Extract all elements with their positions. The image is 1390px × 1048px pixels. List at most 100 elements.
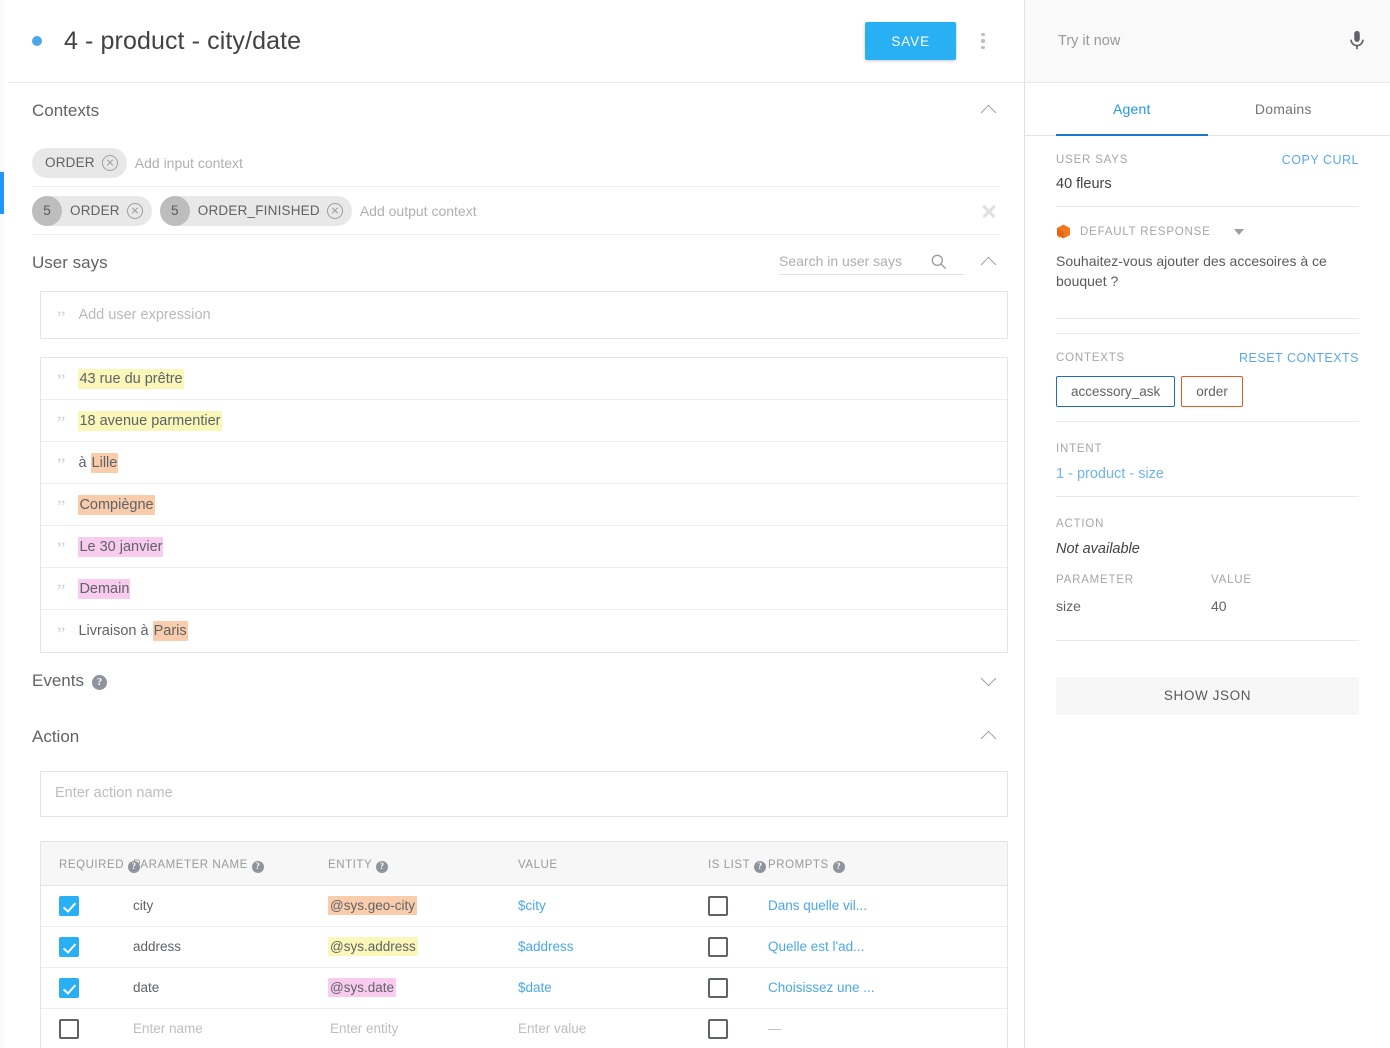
user-says-row[interactable]: ” Demain — [41, 568, 1007, 610]
entity-cell[interactable]: @sys.geo-city — [328, 896, 417, 915]
parameter-row[interactable]: address @sys.address $address Quelle est l'… — [41, 927, 1007, 968]
user-says-search[interactable] — [779, 251, 964, 275]
parameter-row[interactable]: date @sys.date $date Choisissez une ... — [41, 968, 1007, 1009]
status-dot-icon — [32, 36, 42, 46]
user-says-row[interactable]: ” 43 rue du prêtre — [41, 358, 1007, 400]
context-lifespan-count: 5 — [159, 195, 190, 226]
more-vert-icon[interactable] — [966, 20, 1000, 62]
contexts-title: Contexts — [32, 101, 100, 120]
user-says-result-header: USER SAYS COPY CURL — [1056, 153, 1359, 167]
right-panel-body: USER SAYS COPY CURL 40 fleurs DEFAULT RE… — [1025, 136, 1390, 655]
prompts-cell[interactable]: Choisissez une ... — [768, 980, 875, 995]
search-icon[interactable] — [929, 252, 948, 271]
required-checkbox[interactable] — [59, 896, 79, 916]
remove-context-icon[interactable] — [126, 202, 143, 219]
add-output-context-input[interactable] — [359, 198, 978, 223]
action-name-input[interactable] — [40, 771, 1008, 817]
app-root: 4 - product - city/date SAVE Contexts OR… — [0, 0, 1390, 1048]
is-list-help-icon[interactable]: ? — [754, 860, 767, 873]
parameter-name-cell[interactable]: Enter name — [133, 1021, 203, 1036]
input-contexts-row[interactable]: ORDER — [32, 139, 1000, 187]
reset-contexts-button[interactable]: RESET CONTEXTS — [1239, 351, 1359, 365]
parameter-name-help-icon[interactable]: ? — [251, 860, 264, 873]
page-scrollbar-track[interactable] — [0, 0, 4, 1048]
remove-context-icon[interactable] — [101, 154, 118, 171]
required-checkbox[interactable] — [59, 978, 79, 998]
value-cell[interactable]: $date — [518, 980, 552, 995]
value-cell[interactable]: $address — [518, 939, 574, 954]
parameter-row[interactable]: Enter name Enter entity Enter value — — [41, 1009, 1007, 1048]
prompts-cell[interactable]: Dans quelle vil... — [768, 898, 867, 913]
entity-cell[interactable]: @sys.date — [328, 978, 396, 997]
add-input-context-input[interactable] — [134, 150, 1000, 175]
is-list-checkbox[interactable] — [708, 1019, 728, 1039]
context-chip-order[interactable]: order — [1181, 375, 1243, 407]
entity-cell[interactable]: Enter entity — [328, 1019, 400, 1038]
save-button[interactable]: SAVE — [865, 22, 956, 60]
parameters-table-header: REQUIRED? PARAMETER NAME? ENTITY? VALUE … — [41, 842, 1007, 886]
contexts-collapse-chevron-icon[interactable] — [978, 100, 1000, 122]
quote-icon: ” — [57, 581, 66, 602]
tab-agent[interactable]: Agent — [1056, 83, 1208, 136]
user-says-row[interactable]: ” Compiègne — [41, 484, 1007, 526]
context-chip-accessory-ask[interactable]: accessory_ask — [1056, 375, 1176, 407]
entity-highlight: 43 rue du prêtre — [78, 368, 184, 389]
output-contexts-row[interactable]: 5 ORDER 5 ORDER_FINISHED — [32, 187, 1000, 235]
quote-icon: ” — [57, 307, 66, 329]
required-help-icon[interactable]: ? — [128, 860, 141, 873]
value-cell[interactable]: Enter value — [518, 1021, 586, 1036]
output-context-chip[interactable]: 5 ORDER_FINISHED — [159, 195, 352, 226]
parameter-name-cell[interactable]: date — [133, 980, 159, 995]
required-checkbox[interactable] — [59, 937, 79, 957]
page-scrollbar-thumb[interactable] — [0, 172, 4, 214]
user-says-row[interactable]: ” 18 avenue parmentier — [41, 400, 1007, 442]
copy-curl-button[interactable]: COPY CURL — [1282, 153, 1359, 167]
events-help-icon[interactable]: ? — [91, 674, 107, 690]
output-context-chip[interactable]: 5 ORDER — [32, 195, 152, 226]
show-json-button[interactable]: SHOW JSON — [1056, 676, 1359, 715]
user-says-text: Le 30 janvier — [78, 536, 164, 557]
microphone-icon[interactable] — [1346, 28, 1368, 54]
intent-result-link[interactable]: 1 - product - size — [1056, 466, 1359, 482]
user-says-collapse-chevron-icon[interactable] — [978, 252, 1000, 274]
try-it-now-input[interactable] — [1056, 32, 1346, 50]
context-chip-list: accessory_ask order — [1056, 375, 1359, 407]
user-says-result-value: 40 fleurs — [1056, 176, 1112, 192]
quote-icon: ” — [57, 539, 66, 560]
try-it-now-bar[interactable] — [1025, 0, 1390, 83]
entity-cell[interactable]: @sys.address — [328, 937, 418, 956]
user-says-row[interactable]: ” Le 30 janvier — [41, 526, 1007, 568]
user-says-result-section: USER SAYS COPY CURL 40 fleurs — [1056, 136, 1359, 207]
add-user-expression-row[interactable]: ” Add user expression — [41, 292, 1007, 338]
default-response-section: DEFAULT RESPONSE Souhaitez-vous ajouter … — [1056, 207, 1359, 334]
is-list-checkbox[interactable] — [708, 896, 728, 916]
parameter-name-cell[interactable]: city — [133, 898, 153, 913]
action-title: Action — [32, 727, 80, 746]
remove-context-icon[interactable] — [326, 202, 343, 219]
parameter-row[interactable]: city @sys.geo-city $city Dans quelle vil... — [41, 886, 1007, 927]
parameter-name-cell[interactable]: address — [133, 939, 181, 954]
value-cell[interactable]: $city — [518, 898, 546, 913]
entity-highlight: Paris — [152, 621, 188, 641]
input-context-chip[interactable]: ORDER — [32, 147, 127, 178]
prompts-cell[interactable]: — — [768, 1021, 782, 1036]
action-result-label: ACTION — [1056, 517, 1105, 530]
is-list-checkbox[interactable] — [708, 978, 728, 998]
search-input[interactable] — [779, 251, 929, 271]
chip-label: ORDER — [70, 203, 120, 218]
user-says-row[interactable]: ” à Lille — [41, 442, 1007, 484]
contexts-section-header: Contexts — [8, 83, 1024, 139]
is-list-checkbox[interactable] — [708, 937, 728, 957]
clear-output-contexts-icon[interactable] — [978, 200, 1000, 222]
add-user-expression-box[interactable]: ” Add user expression — [40, 291, 1008, 339]
tab-domains[interactable]: Domains — [1208, 83, 1360, 135]
entity-help-icon[interactable]: ? — [376, 860, 389, 873]
user-says-row[interactable]: ” Livraison à Paris — [41, 610, 1007, 652]
add-expression-placeholder: Add user expression — [78, 307, 211, 323]
events-expand-chevron-icon[interactable] — [978, 670, 1000, 692]
required-checkbox[interactable] — [59, 1019, 79, 1039]
default-response-chevron-down-icon[interactable] — [1233, 229, 1244, 235]
prompts-help-icon[interactable]: ? — [832, 860, 845, 873]
prompts-cell[interactable]: Quelle est l'ad... — [768, 939, 864, 954]
action-collapse-chevron-icon[interactable] — [978, 726, 1000, 748]
